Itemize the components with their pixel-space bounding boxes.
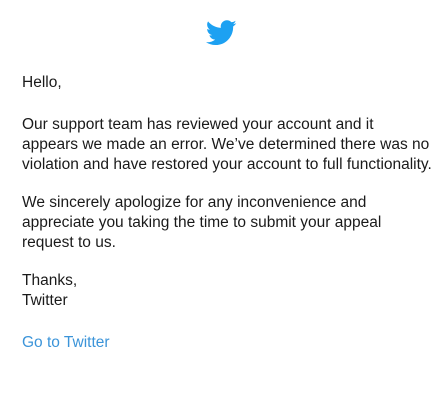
email-message: Hello, Our support team has reviewed you… bbox=[0, 0, 443, 402]
twitter-bird-icon bbox=[206, 20, 237, 46]
signoff-thanks: Thanks, bbox=[22, 272, 78, 289]
apology-paragraph: We sincerely apologize for any inconveni… bbox=[22, 194, 382, 251]
greeting: Hello, bbox=[22, 74, 62, 91]
header-logo bbox=[0, 20, 443, 46]
review-paragraph: Our support team has reviewed your accou… bbox=[22, 116, 432, 173]
email-body: Hello, Our support team has reviewed you… bbox=[22, 73, 432, 353]
signoff-sender: Twitter bbox=[22, 292, 68, 309]
go-to-twitter-link[interactable]: Go to Twitter bbox=[22, 334, 110, 351]
cta-row: Go to Twitter bbox=[22, 333, 432, 353]
